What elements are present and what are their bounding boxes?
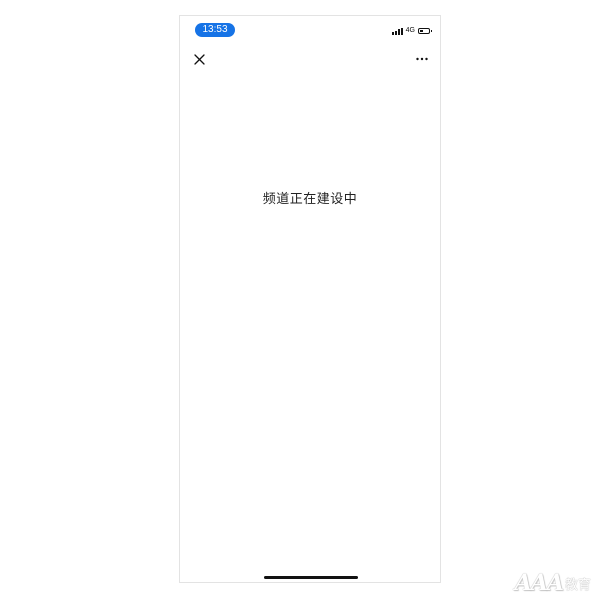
close-button[interactable]	[190, 50, 208, 68]
close-icon	[193, 53, 205, 65]
battery-tip	[431, 30, 432, 32]
screenshot-canvas: 13:53 4G 频道正在建设中 AAA 教育	[0, 0, 597, 600]
more-button[interactable]	[413, 50, 431, 68]
status-time: 13:53	[195, 23, 235, 37]
watermark-sub: 教育	[564, 577, 591, 593]
battery-icon	[418, 28, 432, 34]
battery-fill	[420, 30, 423, 32]
status-indicators: 4G	[391, 25, 432, 37]
home-indicator[interactable]	[264, 576, 358, 579]
phone-screen: 13:53 4G 频道正在建设中	[179, 15, 441, 583]
more-horizontal-icon	[416, 57, 428, 61]
under-construction-message: 频道正在建设中	[262, 192, 358, 207]
watermark-main: AAA	[514, 570, 564, 596]
network-label: 4G	[405, 27, 415, 34]
watermark-logo: AAA 教育	[515, 569, 591, 597]
signal-icon	[391, 27, 403, 35]
